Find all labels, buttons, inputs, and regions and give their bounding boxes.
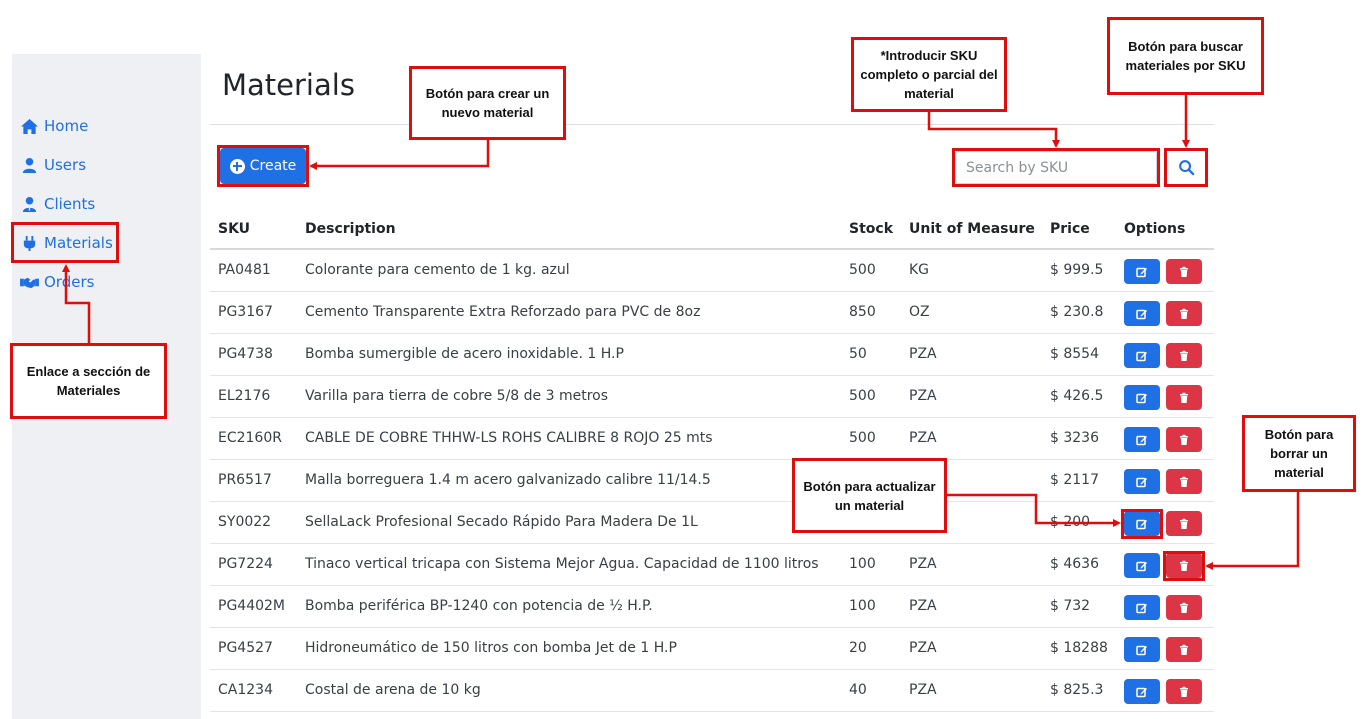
arrow-create-button	[309, 140, 490, 170]
arrow-materials-link	[62, 264, 91, 343]
annotation-arrows	[62, 95, 1300, 570]
arrow-delete-button	[1205, 492, 1300, 570]
arrow-update-button	[947, 493, 1121, 527]
arrow-search-input	[927, 112, 1060, 148]
